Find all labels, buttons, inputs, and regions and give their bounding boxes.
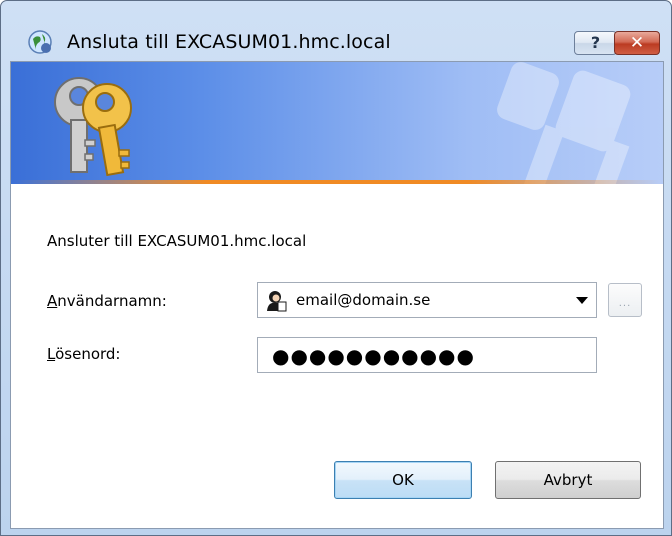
username-label-text: nvändarnamn: <box>57 292 167 310</box>
title-bar[interactable]: Ansluta till EXCASUM01.hmc.local ? ✕ <box>1 1 671 59</box>
banner-accent-line <box>11 180 663 184</box>
dialog-body: Ansluter till EXCASUM01.hmc.local Använd… <box>10 61 664 529</box>
help-icon: ? <box>590 33 601 52</box>
username-label: Användarnamn: <box>47 292 167 310</box>
user-icon <box>267 291 287 312</box>
header-banner <box>11 62 663 184</box>
login-dialog: Ansluta till EXCASUM01.hmc.local ? ✕ Ans… <box>0 0 672 536</box>
username-value: email@domain.se <box>296 291 431 309</box>
chevron-down-icon[interactable] <box>576 297 588 304</box>
browse-button-label: ... <box>618 298 632 309</box>
window-title: Ansluta till EXCASUM01.hmc.local <box>67 31 391 53</box>
password-value: ●●●●●●●●●●● <box>272 344 475 368</box>
password-field[interactable]: ●●●●●●●●●●● <box>257 337 597 373</box>
help-button[interactable]: ? <box>574 31 617 55</box>
keys-icon <box>54 77 132 177</box>
username-combobox[interactable]: email@domain.se <box>257 282 597 318</box>
username-label-accelerator: A <box>47 292 58 310</box>
cancel-button[interactable]: Avbryt <box>495 461 641 499</box>
keys-watermark-icon <box>497 62 631 184</box>
ok-button[interactable]: OK <box>334 461 472 499</box>
connecting-status-text: Ansluter till EXCASUM01.hmc.local <box>47 232 307 250</box>
password-label-accelerator: L <box>47 345 56 363</box>
browse-button[interactable]: ... <box>608 283 642 317</box>
password-label: Lösenord: <box>47 345 120 363</box>
close-icon: ✕ <box>629 33 645 53</box>
globe-app-icon <box>28 30 52 54</box>
close-button[interactable]: ✕ <box>614 31 660 55</box>
password-label-text: ösenord: <box>55 345 121 363</box>
